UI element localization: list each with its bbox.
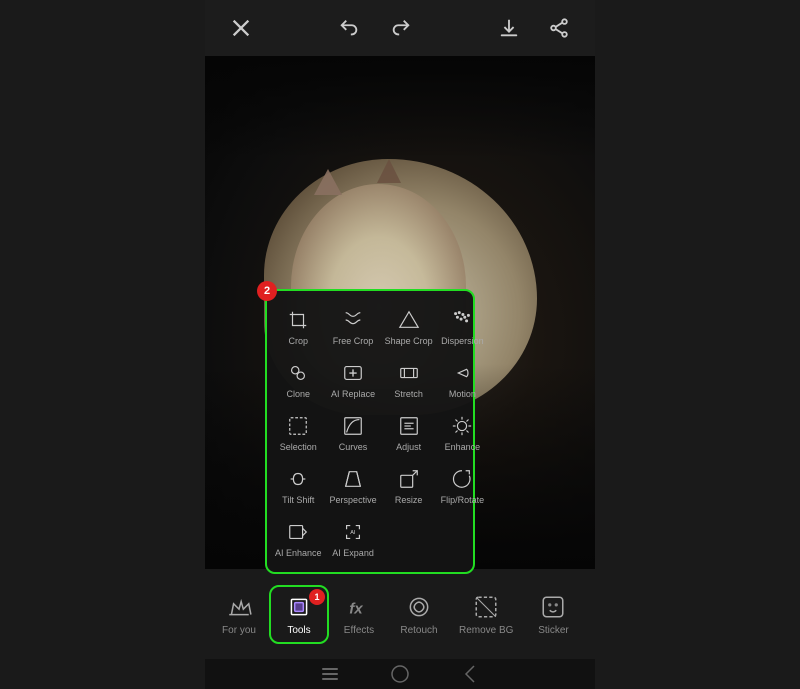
phone-container: 2 Crop Free Crop Shape Crop (205, 0, 595, 689)
toolbar-retouch-label: Retouch (400, 625, 437, 636)
toolbar-remove-bg-label: Remove BG (459, 625, 513, 636)
tools-grid: Crop Free Crop Shape Crop (271, 299, 469, 564)
ai-expand-icon: AI (340, 519, 366, 545)
undo-button[interactable] (331, 10, 367, 46)
toolbar-effects-label: Effects (344, 625, 374, 636)
tools-badge: 1 (309, 589, 325, 605)
tool-crop[interactable]: Crop (271, 299, 326, 352)
tools-panel: 2 Crop Free Crop Shape Crop (265, 289, 475, 574)
tool-dispersion-label: Dispersion (441, 336, 484, 346)
svg-text:fx: fx (349, 600, 363, 617)
tool-crop-label: Crop (289, 336, 309, 346)
tool-enhance-label: Enhance (445, 442, 481, 452)
toolbar-item-retouch[interactable]: Retouch (389, 585, 449, 644)
bottom-toolbar: For you 1 Tools fx Effects (205, 569, 595, 659)
nav-bar (205, 659, 595, 689)
tool-free-crop-label: Free Crop (333, 336, 374, 346)
toolbar-sticker-label: Sticker (538, 625, 569, 636)
tool-perspective[interactable]: Perspective (326, 458, 381, 511)
tool-tilt-shift-label: Tilt Shift (282, 495, 314, 505)
tool-free-crop[interactable]: Free Crop (326, 299, 381, 352)
crop-icon (285, 307, 311, 333)
enhance-icon (449, 413, 475, 439)
tool-shape-crop[interactable]: Shape Crop (381, 299, 437, 352)
ai-enhance-icon (285, 519, 311, 545)
tool-adjust-label: Adjust (396, 442, 421, 452)
toolbar-item-for-you[interactable]: For you (209, 585, 269, 644)
tool-ai-replace[interactable]: AI Replace (326, 352, 381, 405)
tool-enhance[interactable]: Enhance (437, 405, 489, 458)
tool-tilt-shift[interactable]: Tilt Shift (271, 458, 326, 511)
tool-motion-label: Motion (449, 389, 476, 399)
ai-replace-icon (340, 360, 366, 386)
shape-crop-icon (396, 307, 422, 333)
nav-back-icon[interactable] (460, 664, 480, 684)
tool-ai-replace-label: AI Replace (331, 389, 375, 399)
tool-flip-rotate-label: Flip/Rotate (441, 495, 485, 505)
clone-icon (285, 360, 311, 386)
tool-shape-crop-label: Shape Crop (385, 336, 433, 346)
motion-icon (449, 360, 475, 386)
flip-rotate-icon (449, 466, 475, 492)
tool-resize-label: Resize (395, 495, 423, 505)
close-button[interactable] (223, 10, 259, 46)
tool-stretch[interactable]: Stretch (381, 352, 437, 405)
toolbar-for-you-label: For you (222, 625, 256, 636)
tool-perspective-label: Perspective (330, 495, 377, 505)
dispersion-icon (449, 307, 475, 333)
tool-dispersion[interactable]: Dispersion (437, 299, 489, 352)
toolbar-tools-label: Tools (287, 625, 310, 636)
top-bar (205, 0, 595, 56)
toolbar-items: For you 1 Tools fx Effects (205, 585, 595, 644)
free-crop-icon (340, 307, 366, 333)
selection-icon (285, 413, 311, 439)
download-button[interactable] (491, 10, 527, 46)
toolbar-item-remove-bg[interactable]: Remove BG (449, 585, 523, 644)
nav-menu-icon[interactable] (320, 664, 340, 684)
curves-icon (340, 413, 366, 439)
svg-text:AI: AI (350, 530, 356, 536)
toolbar-item-effects[interactable]: fx Effects (329, 585, 389, 644)
tool-selection[interactable]: Selection (271, 405, 326, 458)
tool-ai-enhance[interactable]: AI Enhance (271, 511, 326, 564)
tool-flip-rotate[interactable]: Flip/Rotate (437, 458, 489, 511)
tool-curves-label: Curves (339, 442, 368, 452)
tool-ai-enhance-label: AI Enhance (275, 548, 322, 558)
removebg-icon (472, 593, 500, 621)
tool-adjust[interactable]: Adjust (381, 405, 437, 458)
tool-resize[interactable]: Resize (381, 458, 437, 511)
tool-selection-label: Selection (280, 442, 317, 452)
redo-button[interactable] (383, 10, 419, 46)
tool-motion[interactable]: Motion (437, 352, 489, 405)
retouch-icon (405, 593, 433, 621)
crown-icon (225, 593, 253, 621)
tool-ai-expand[interactable]: AI AI Expand (326, 511, 381, 564)
tool-clone-label: Clone (287, 389, 311, 399)
toolbar-item-tools[interactable]: 1 Tools (269, 585, 329, 644)
share-button[interactable] (541, 10, 577, 46)
fx-icon: fx (345, 593, 373, 621)
tilt-shift-icon (285, 466, 311, 492)
tools-panel-badge: 2 (257, 281, 277, 301)
stretch-icon (396, 360, 422, 386)
nav-home-icon[interactable] (390, 664, 410, 684)
perspective-icon (340, 466, 366, 492)
tool-stretch-label: Stretch (394, 389, 423, 399)
resize-icon (396, 466, 422, 492)
sticker-icon (539, 593, 567, 621)
tool-ai-expand-label: AI Expand (332, 548, 374, 558)
toolbar-item-sticker[interactable]: Sticker (523, 585, 583, 644)
adjust-icon (396, 413, 422, 439)
tool-curves[interactable]: Curves (326, 405, 381, 458)
tool-clone[interactable]: Clone (271, 352, 326, 405)
